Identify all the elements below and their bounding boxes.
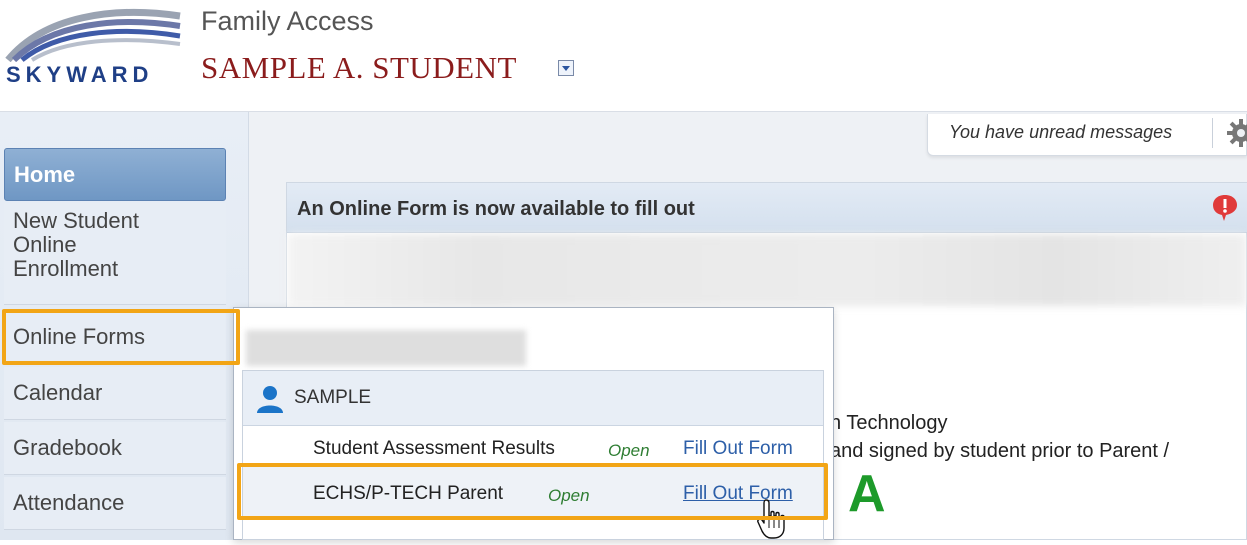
student-group-label: SAMPLE bbox=[294, 387, 372, 408]
chevron-down-icon[interactable] bbox=[558, 60, 574, 76]
form-description-text: and signed by student prior to Parent / bbox=[830, 440, 1170, 462]
fill-out-form-link[interactable]: Fill Out Form bbox=[683, 438, 793, 460]
sidebar-item-label: Home bbox=[14, 161, 76, 187]
form-name: Student Assessment Results bbox=[313, 438, 555, 459]
highlight-box-echs-form bbox=[237, 463, 828, 520]
sidebar-item-label-line: Online bbox=[13, 232, 77, 257]
gear-icon[interactable] bbox=[1226, 118, 1247, 148]
redacted-content bbox=[288, 234, 1246, 306]
form-description-text: n Technology bbox=[830, 412, 948, 434]
unread-messages-link[interactable]: You have unread messages bbox=[949, 122, 1172, 143]
alert-icon bbox=[1212, 193, 1238, 223]
redacted-content bbox=[246, 330, 526, 366]
sidebar-item-label: Calendar bbox=[13, 380, 103, 405]
grade-letter: A bbox=[848, 465, 886, 523]
sidebar-item-label: Attendance bbox=[13, 490, 125, 515]
sidebar-item-label: Gradebook bbox=[13, 435, 122, 460]
form-status: Open bbox=[608, 441, 650, 460]
sidebar-item-attendance[interactable]: Attendance bbox=[4, 477, 226, 530]
panel-title: An Online Form is now available to fill … bbox=[297, 198, 695, 220]
student-name: SAMPLE A. STUDENT bbox=[201, 50, 517, 85]
sidebar-item-home[interactable]: Home bbox=[4, 148, 226, 201]
logo-text: SKYWARD bbox=[6, 62, 154, 87]
person-icon bbox=[255, 385, 285, 413]
sidebar-item-new-student-enrollment[interactable]: New Student Online Enrollment bbox=[4, 203, 226, 305]
messages-divider bbox=[1212, 118, 1213, 148]
skyward-logo: SKYWARD bbox=[4, 6, 190, 92]
sidebar-item-calendar[interactable]: Calendar bbox=[4, 367, 226, 420]
sidebar-item-gradebook[interactable]: Gradebook bbox=[4, 422, 226, 475]
highlight-box-online-forms bbox=[2, 309, 240, 365]
app-title: Family Access bbox=[201, 6, 374, 36]
sidebar-item-label-line: Enrollment bbox=[13, 256, 119, 281]
sidebar-item-label-line: New Student bbox=[13, 208, 139, 233]
